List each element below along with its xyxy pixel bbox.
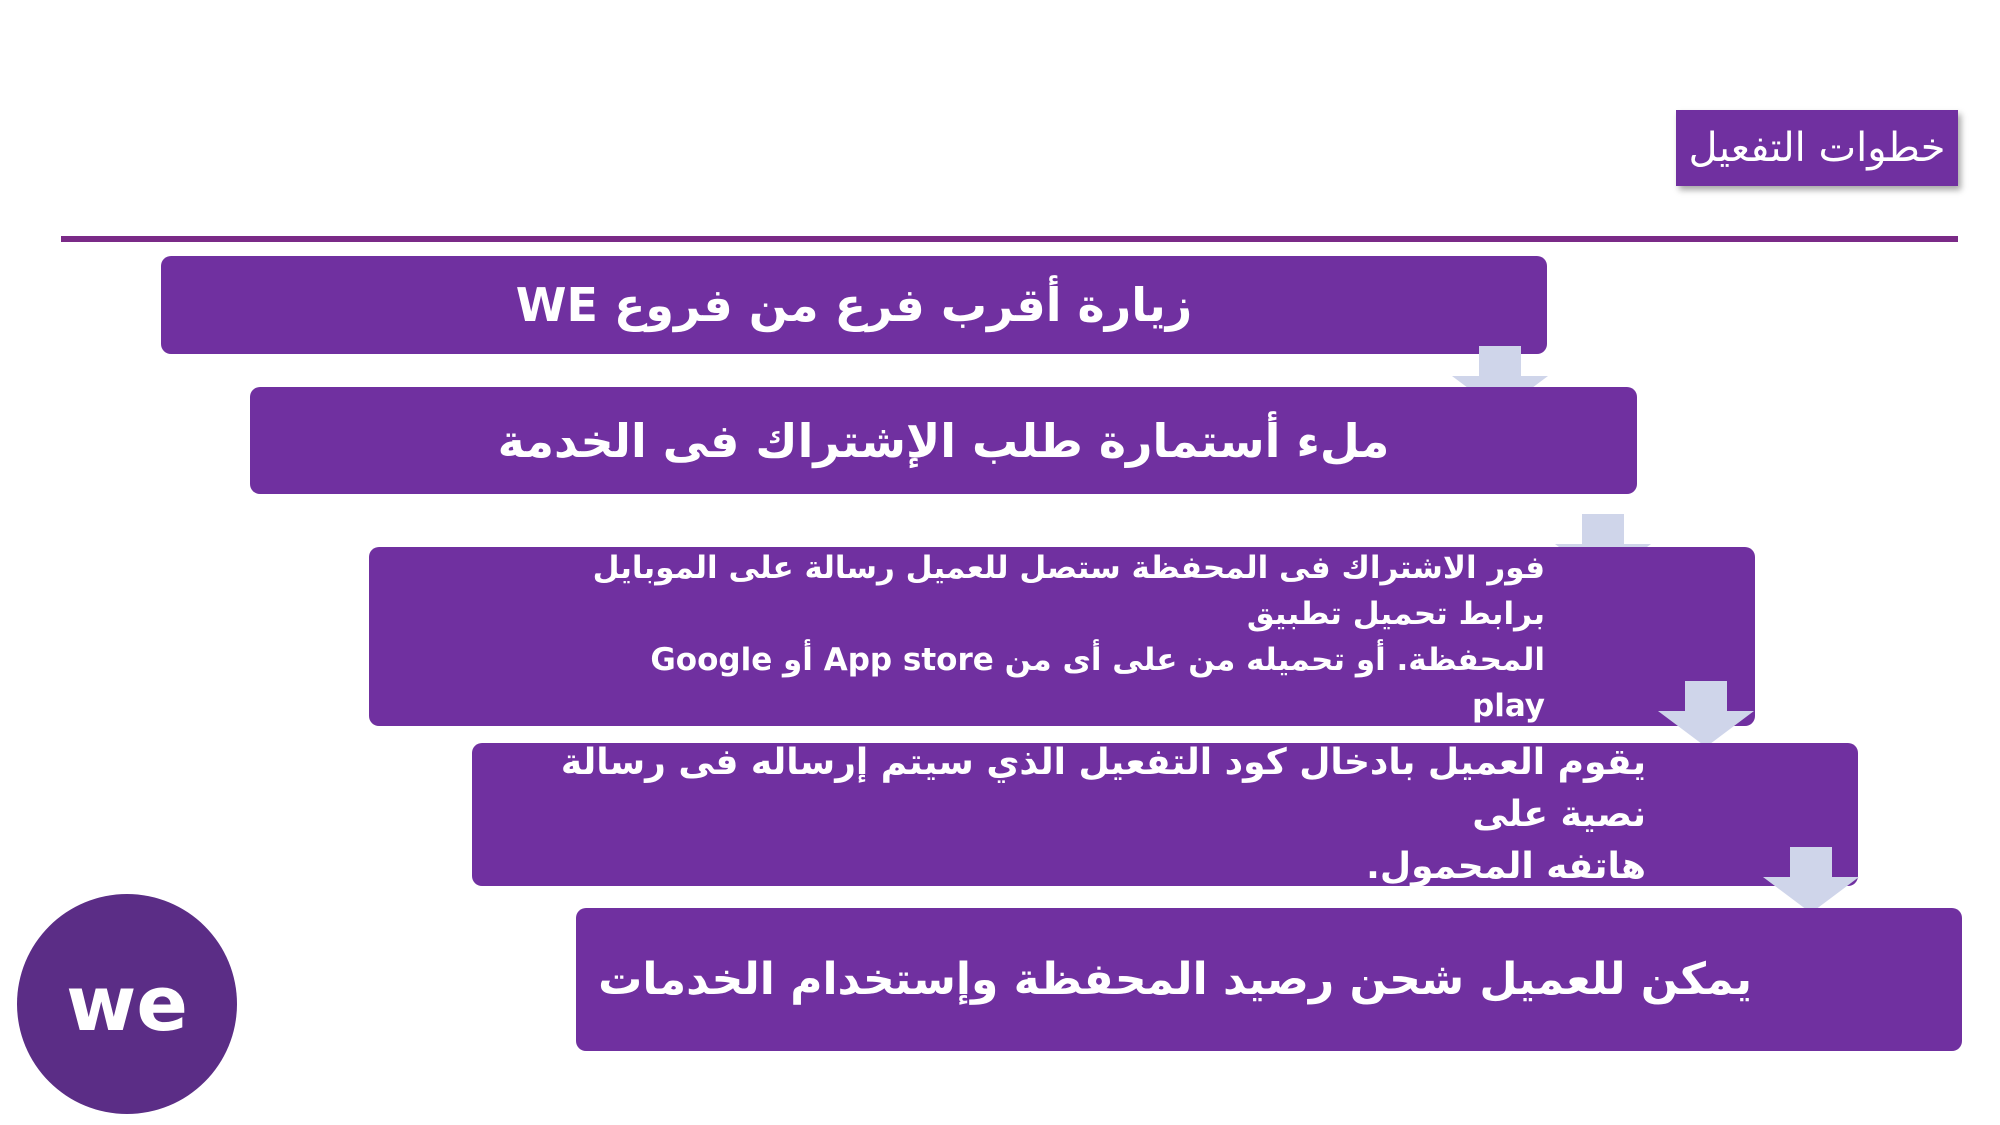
down-arrow-icon [1658,681,1754,747]
step-4-line-1: يقوم العميل بادخال كود التفعيل الذي سيتم… [560,741,1646,835]
step-4-box: يقوم العميل بادخال كود التفعيل الذي سيتم… [472,742,1858,887]
step-1-box: زيارة أقرب فرع من فروع WE [161,256,1547,354]
step-3-line-2: المحفظة. أو تحميله من على أى من App stor… [650,641,1545,724]
title-divider [61,236,1958,242]
step-3-box: فور الاشتراك فى المحفظة ستصل للعميل رسال… [369,547,1755,726]
page-title: خطوات التفعيل [1676,110,1958,186]
step-3-line-1: فور الاشتراك فى المحفظة ستصل للعميل رسال… [592,549,1545,632]
page-title-text: خطوات التفعيل [1688,125,1946,171]
step-5-box: يمكن للعميل شحن رصيد المحفظة وإستخدام ال… [576,908,1962,1051]
step-2-text: ملء أستمارة طلب الإشتراك فى الخدمة [497,413,1390,468]
step-4-line-2: هاتفه المحمول. [1366,845,1646,887]
logo-text: we [66,959,188,1048]
step-2-box: ملء أستمارة طلب الإشتراك فى الخدمة [250,387,1637,494]
step-5-text: يمكن للعميل شحن رصيد المحفظة وإستخدام ال… [598,954,1752,1005]
step-1-text: زيارة أقرب فرع من فروع WE [515,278,1193,332]
down-arrow-icon [1763,847,1859,913]
we-logo-icon: we [15,890,240,1118]
